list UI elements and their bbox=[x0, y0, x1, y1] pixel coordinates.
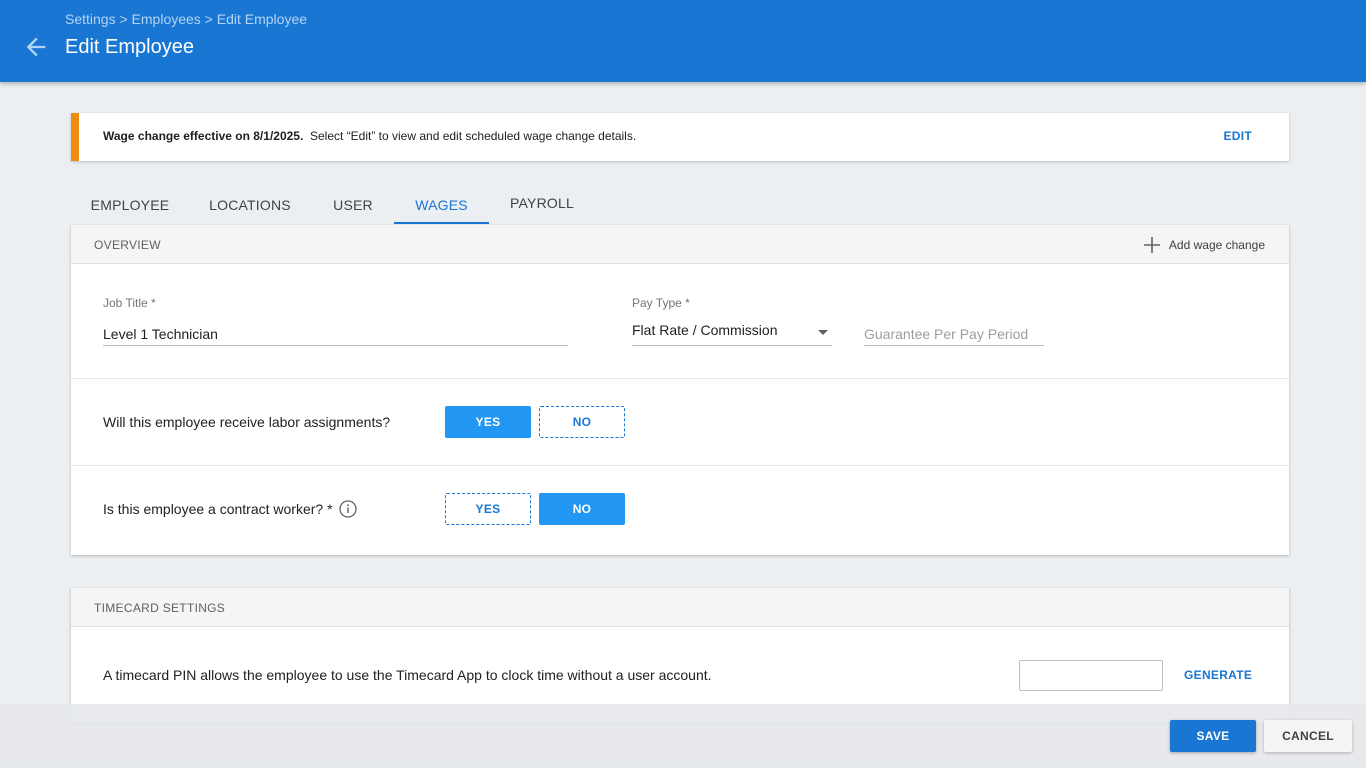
contract-yes-button[interactable]: YES bbox=[445, 493, 531, 525]
banner-accent bbox=[71, 113, 79, 161]
timecard-description: A timecard PIN allows the employee to us… bbox=[103, 667, 712, 683]
tab-employee[interactable]: EMPLOYEE bbox=[71, 186, 189, 224]
plus-icon bbox=[1143, 237, 1160, 253]
chevron-down-icon bbox=[818, 330, 828, 335]
timecard-header: TIMECARD SETTINGS bbox=[71, 588, 1289, 627]
timecard-settings-card: TIMECARD SETTINGS A timecard PIN allows … bbox=[71, 588, 1289, 723]
app-header: Settings > Employees > Edit Employee Edi… bbox=[0, 0, 1366, 82]
tab-wages[interactable]: WAGES bbox=[394, 186, 489, 224]
generate-pin-button[interactable]: GENERATE bbox=[1184, 668, 1252, 682]
tab-payroll[interactable]: PAYROLL bbox=[503, 184, 581, 222]
pay-type-select[interactable]: Flat Rate / Commission bbox=[632, 322, 832, 346]
overview-title: OVERVIEW bbox=[94, 238, 161, 252]
banner-detail-text: Select “Edit” to view and edit scheduled… bbox=[309, 129, 637, 143]
breadcrumb[interactable]: Settings > Employees > Edit Employee bbox=[65, 11, 307, 27]
timecard-pin-input[interactable] bbox=[1019, 660, 1163, 691]
footer-action-bar bbox=[0, 704, 1366, 768]
wage-change-banner: Wage change effective on 8/1/2025. Selec… bbox=[71, 113, 1289, 161]
overview-header: OVERVIEW Add wage change bbox=[71, 225, 1289, 264]
overview-card: OVERVIEW Add wage change Job Title * Pay… bbox=[71, 225, 1289, 555]
back-button[interactable] bbox=[20, 31, 52, 63]
banner-message: Wage change effective on 8/1/2025. Selec… bbox=[103, 129, 636, 143]
labor-no-button[interactable]: NO bbox=[539, 406, 625, 438]
divider bbox=[71, 378, 1289, 379]
job-title-label: Job Title * bbox=[103, 296, 156, 310]
tab-user[interactable]: USER bbox=[319, 186, 387, 224]
arrow-left-icon bbox=[26, 37, 46, 57]
page-title: Edit Employee bbox=[65, 36, 194, 58]
divider bbox=[71, 465, 1289, 466]
add-wage-change-label: Add wage change bbox=[1168, 238, 1265, 252]
pay-type-value: Flat Rate / Commission bbox=[632, 322, 778, 338]
info-icon[interactable] bbox=[339, 500, 357, 518]
banner-edit-link[interactable]: EDIT bbox=[1223, 129, 1252, 143]
guarantee-per-pay-period-input[interactable] bbox=[864, 322, 1044, 346]
add-wage-change-button[interactable]: Add wage change bbox=[1143, 235, 1265, 255]
banner-bold-text: Wage change effective on 8/1/2025. bbox=[103, 129, 304, 143]
contract-worker-question: Is this employee a contract worker? * bbox=[103, 501, 333, 517]
labor-assignments-question: Will this employee receive labor assignm… bbox=[103, 414, 391, 430]
labor-yes-button[interactable]: YES bbox=[445, 406, 531, 438]
pay-type-label: Pay Type * bbox=[632, 296, 690, 310]
cancel-button[interactable]: CANCEL bbox=[1264, 720, 1352, 752]
job-title-input[interactable] bbox=[103, 322, 568, 346]
contract-no-button[interactable]: NO bbox=[539, 493, 625, 525]
tab-locations[interactable]: LOCATIONS bbox=[199, 186, 301, 224]
timecard-title: TIMECARD SETTINGS bbox=[94, 601, 226, 615]
save-button[interactable]: SAVE bbox=[1170, 720, 1256, 752]
